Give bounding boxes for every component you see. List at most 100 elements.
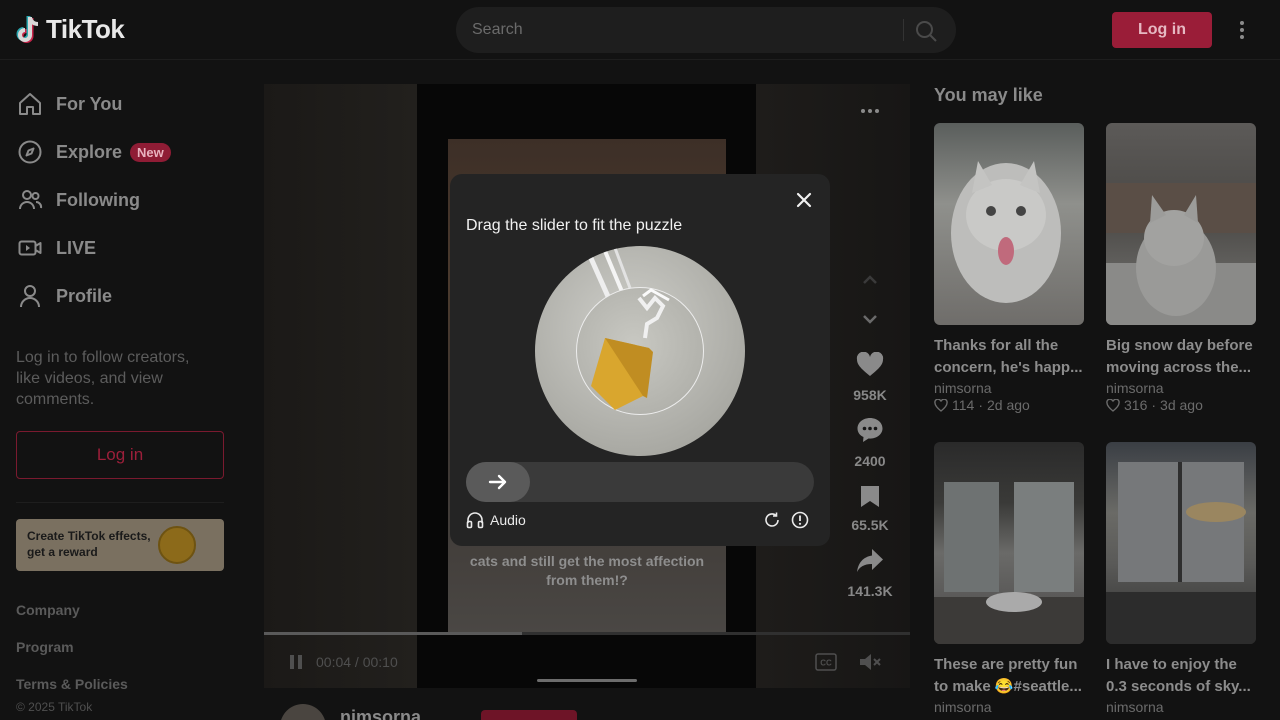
snow-cat-thumbnail-art [1106,183,1256,325]
video-time: 00:04 / 00:10 [316,654,398,670]
close-icon[interactable] [794,190,814,210]
audio-label: Audio [490,512,526,528]
sidebar-item-label: For You [56,93,123,114]
search-divider [903,19,904,41]
window-thumbnail-art [934,482,1084,644]
more-options-icon[interactable] [1232,18,1252,42]
divider [16,502,224,503]
meta-separator: · [1151,397,1157,413]
people-icon [16,186,44,214]
sky-thumbnail-art [1106,462,1256,644]
video-thumbnail[interactable] [1106,123,1256,325]
card-title: These are pretty fun to make 😂#seattle..… [934,656,1082,695]
video-progress-bar[interactable] [264,632,910,635]
puzzle-inner-art [591,288,670,410]
comment-icon [857,418,883,442]
svg-text:CC: CC [820,659,832,668]
new-badge: New [130,142,171,162]
video-more-icon[interactable] [858,104,882,118]
bookmark-icon [861,486,879,507]
top-header: TikTok Log in [0,0,1280,60]
video-thumbnail[interactable] [934,442,1084,644]
card-title: I have to enjoy the 0.3 seconds of sky..… [1106,656,1251,695]
video-progress-fill [264,632,523,635]
recommended-video-card[interactable]: Thanks for all the concern, he's happ...… [934,123,1084,413]
sidebar-item-for-you[interactable]: For You [16,84,122,124]
video-caption: cats and still get the most affection fr… [469,553,705,588]
effects-promo-banner[interactable]: Create TikTok effects, get a reward [16,519,224,571]
cat-thumbnail-art [951,161,1061,303]
card-author: nimsorna [934,699,992,715]
previous-video-icon[interactable] [858,268,882,292]
captcha-puzzle-image [535,246,745,456]
recommended-video-card[interactable]: Big snow day before moving across the...… [1106,123,1256,413]
card-author: nimsorna [934,380,992,396]
sidebar-item-profile[interactable]: Profile [16,276,112,316]
author-avatar[interactable] [280,704,326,720]
footer-link-program[interactable]: Program [16,639,74,655]
sidebar-item-label: LIVE [56,237,97,258]
comment-action[interactable]: 2400 [840,416,900,469]
card-author: nimsorna [1106,380,1164,396]
like-action[interactable]: 958K [840,351,900,403]
search-bar [456,7,956,53]
volume-muted-icon[interactable] [858,651,882,673]
author-name[interactable]: nimsorna [340,707,421,720]
card-meta: 316 · 3d ago [1106,397,1256,413]
home-icon [16,90,44,118]
recommended-video-card[interactable]: These are pretty fun to make 😂#seattle..… [934,442,1084,715]
share-action[interactable]: 141.3K [840,548,900,599]
search-icon[interactable] [914,19,938,43]
sidebar-item-explore[interactable]: Explore New [16,132,171,172]
footer-link-terms[interactable]: Terms & Policies [16,676,128,692]
card-age: 2d ago [987,397,1030,413]
meta-separator: · [978,397,983,413]
card-author: nimsorna [1106,699,1164,715]
headphones-icon [466,512,484,529]
sidebar-item-label: Following [56,189,140,210]
video-thumbnail[interactable] [1106,442,1256,644]
info-icon[interactable] [791,511,809,529]
card-meta: 114 · 2d ago [934,397,1084,413]
card-title: Big snow day before moving across the... [1106,337,1253,376]
recommended-video-card[interactable]: I have to enjoy the 0.3 seconds of sky..… [1106,442,1256,715]
card-title: Thanks for all the concern, he's happ... [934,337,1083,376]
sidebar: For You Explore New Following LIVE Profi… [0,61,240,720]
login-button[interactable]: Log in [1112,12,1212,48]
sidebar-login-button[interactable]: Log in [16,431,224,479]
card-age: 3d ago [1160,397,1203,413]
refresh-icon[interactable] [763,511,781,529]
closed-captions-icon[interactable]: CC [815,653,837,671]
card-likes: 114 [952,397,975,413]
captcha-dialog: Drag the slider to fit the puzzle Audio [450,174,830,546]
audio-challenge-button[interactable]: Audio [466,511,526,529]
sidebar-item-following[interactable]: Following [16,180,140,220]
puzzle-rotating-piece [576,287,704,415]
login-prompt: Log in to follow creators, like videos, … [16,349,190,408]
share-icon [857,549,883,572]
search-input[interactable] [472,7,892,53]
home-indicator [537,679,637,682]
share-count: 141.3K [847,583,893,599]
slider-handle[interactable] [466,462,530,502]
video-backdrop-left [264,84,417,688]
follow-button[interactable] [481,710,577,720]
save-action[interactable]: 65.5K [840,484,900,533]
arrow-right-icon [488,474,507,490]
pause-icon[interactable] [288,654,304,670]
video-thumbnail[interactable] [934,123,1084,325]
footer-link-company[interactable]: Company [16,602,80,618]
tiktok-logo[interactable]: TikTok [16,14,125,45]
captcha-slider-track[interactable] [466,462,814,502]
coin-icon [158,526,196,564]
captcha-title: Drag the slider to fit the puzzle [466,217,683,234]
logo-text: TikTok [46,14,125,44]
save-count: 65.5K [851,517,889,533]
card-likes: 316 [1124,397,1148,413]
next-video-icon[interactable] [858,307,882,331]
heart-icon [856,351,884,376]
tiktok-page: TikTok Log in For You [0,0,1280,720]
compass-icon [16,138,44,166]
live-icon [16,234,44,262]
sidebar-item-live[interactable]: LIVE [16,228,96,268]
